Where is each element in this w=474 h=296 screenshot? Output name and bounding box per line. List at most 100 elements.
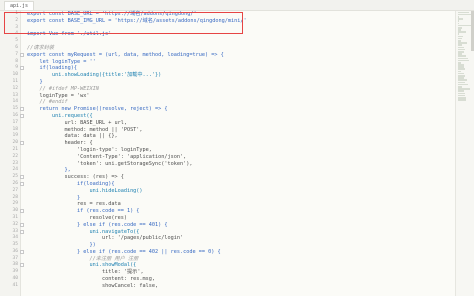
code-line[interactable]: 16 uni.request({: [12, 112, 454, 120]
code-line[interactable]: 29 res = res.data: [12, 201, 454, 208]
code-text: data: data || {},: [27, 133, 118, 140]
line-number: 10: [12, 72, 18, 78]
code-text: showCancel: false,: [27, 282, 159, 289]
code-text: uni.showModal({: [27, 262, 137, 269]
code-line[interactable]: 34 url: '/pages/public/login': [12, 235, 454, 242]
highlight-box: [4, 12, 243, 34]
code-line[interactable]: 40 content: res.msg,: [12, 276, 454, 283]
code-line[interactable]: 41 showCancel: false,: [12, 282, 454, 290]
code-line[interactable]: 39 title: '提示',: [12, 269, 454, 276]
line-number: 6: [15, 44, 18, 50]
minimap[interactable]: [455, 11, 474, 296]
fold-toggle-icon[interactable]: [20, 52, 24, 57]
code-line[interactable]: 31 resolve(res): [12, 214, 454, 222]
code-line[interactable]: 17 url: BASE_URL + url,: [12, 119, 454, 127]
line-number: 26: [12, 180, 18, 186]
code-text: uni.hideLoading(): [27, 187, 143, 194]
code-text: // #ifdef MP-WEIXIN: [27, 85, 99, 92]
code-line[interactable]: 22 'Content-Type': 'application/json',: [12, 153, 454, 161]
code-text: res = res.data: [27, 201, 121, 208]
code-text: let loginType = '': [27, 58, 96, 65]
code-text: 'login-type': loginType,: [27, 146, 152, 153]
code-line[interactable]: 12 // #ifdef MP-WEIXIN: [12, 85, 454, 93]
code-text: uni.request({: [27, 112, 93, 119]
code-text: export const myRequest = (url, data, met…: [27, 51, 224, 58]
code-line[interactable]: 28 }: [12, 195, 454, 202]
line-number: 35: [12, 242, 18, 248]
code-line[interactable]: 32 } else if (res.code == 401) {: [12, 221, 454, 229]
code-text: if(loading){: [27, 65, 77, 72]
line-number: 27: [12, 187, 18, 193]
minimap-line: [458, 31, 466, 33]
code-text: // #endif: [27, 99, 68, 106]
code-line[interactable]: 8 let loginType = '': [15, 58, 454, 66]
line-number: 16: [12, 112, 18, 118]
code-text: //请求封装: [27, 44, 54, 51]
code-line[interactable]: 36 } else if (res.code == 402 || res.cod…: [12, 248, 454, 256]
fold-toggle-icon[interactable]: [20, 113, 24, 118]
code-line[interactable]: 24 },: [12, 167, 454, 174]
line-number: 11: [12, 78, 18, 84]
code-line[interactable]: 6 //请求封装: [15, 44, 454, 52]
minimap-line: [458, 13, 472, 16]
line-number: 36: [12, 248, 18, 254]
code-text: } else if (res.code == 402 || res.code =…: [27, 248, 221, 255]
code-line[interactable]: 14 // #endif: [12, 99, 454, 106]
code-line[interactable]: 26 if(loading){: [12, 180, 454, 188]
fold-toggle-icon[interactable]: [20, 263, 24, 268]
code-text: url: BASE_URL + url,: [27, 119, 127, 126]
code-line[interactable]: 18 method: method || 'POST',: [12, 126, 454, 134]
code-line[interactable]: 23 'token': uni.getStorageSync('token'),: [12, 160, 454, 168]
line-number: 12: [12, 85, 18, 91]
tab-api-js[interactable]: api.js: [4, 1, 35, 10]
code-line[interactable]: 5: [15, 38, 454, 45]
code-line[interactable]: 37 //未注册 用户 注册: [12, 255, 454, 263]
code-line[interactable]: 10 uni.showLoading({title:'加载中...'}): [12, 72, 454, 79]
line-number: 5: [15, 38, 18, 44]
code-text: uni.showLoading({title:'加载中...'}): [27, 72, 162, 79]
code-text: success: (res) => {: [27, 174, 124, 181]
code-text: } else if (res.code == 401) {: [27, 221, 168, 228]
code-text: url: '/pages/public/login': [27, 235, 184, 242]
code-text: loginType = 'wx': [27, 92, 90, 99]
code-text: 'token': uni.getStorageSync('token'),: [27, 160, 193, 167]
code-line[interactable]: 33 uni.navigateTo({: [12, 229, 454, 236]
fold-toggle-icon[interactable]: [20, 175, 24, 180]
fold-toggle-icon[interactable]: [20, 107, 24, 112]
code-line[interactable]: 7 export const myRequest = (url, data, me…: [15, 51, 454, 59]
code-text: resolve(res): [27, 214, 127, 221]
code-line[interactable]: 27 uni.hideLoading(): [12, 187, 454, 195]
code-line[interactable]: 20 header: {: [12, 140, 454, 147]
fold-toggle-icon[interactable]: [20, 66, 24, 71]
line-number: 17: [12, 119, 18, 125]
line-number: 22: [12, 153, 18, 159]
fold-toggle-icon[interactable]: [20, 181, 24, 186]
line-number: 31: [12, 214, 18, 220]
code-line[interactable]: 11 }: [12, 79, 454, 86]
code-line[interactable]: 25 success: (res) => {: [12, 174, 454, 181]
code-area[interactable]: 1 export const BASE_URL = 'https://域名/add…: [12, 11, 454, 290]
code-line[interactable]: 35 }): [12, 242, 454, 249]
code-text: 'Content-Type': 'application/json',: [27, 153, 187, 160]
code-line[interactable]: 21 'login-type': loginType,: [12, 146, 454, 154]
code-line[interactable]: 30 if (res.code == 1) {: [12, 208, 454, 215]
code-editor: api.js 1 export const BASE_URL = 'https:/…: [0, 0, 474, 296]
code-text: if(loading){: [27, 180, 115, 187]
fold-toggle-icon[interactable]: [20, 229, 24, 234]
line-number: 20: [12, 140, 18, 146]
code-text: method: method || 'POST',: [27, 126, 143, 133]
code-line[interactable]: 13 loginType = 'wx': [12, 92, 454, 100]
code-line[interactable]: 19 data: data || {},: [12, 133, 454, 140]
code-line[interactable]: 15 return new Promise((resolve, reject) …: [12, 106, 454, 113]
code-text: if (res.code == 1) {: [27, 208, 140, 215]
line-number: 25: [12, 174, 18, 180]
code-text: content: res.msg,: [27, 276, 156, 283]
fold-toggle-icon[interactable]: [20, 222, 24, 227]
line-number: 41: [12, 282, 18, 288]
fold-toggle-icon[interactable]: [20, 141, 24, 146]
line-number: 15: [12, 106, 18, 112]
fold-toggle-icon[interactable]: [20, 249, 24, 254]
line-number: 40: [12, 276, 18, 282]
fold-toggle-icon[interactable]: [20, 209, 24, 214]
code-text: //未注册 用户 注册: [27, 255, 139, 262]
